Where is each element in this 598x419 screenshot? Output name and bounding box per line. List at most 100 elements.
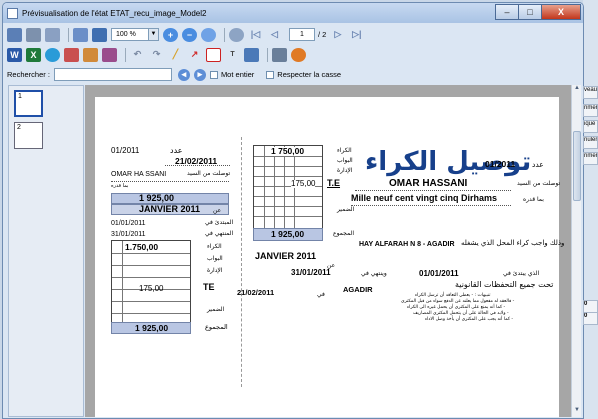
main-tenant-label: توصلت من السيد [517,180,561,187]
main-number: 01/2011 [485,159,516,169]
search-next-icon[interactable]: ▸ [193,68,206,81]
first-page-icon[interactable]: |◁ [248,28,263,42]
thumbnail-panel: 1 2 [8,85,84,417]
main-rent: 1 750,00 [271,146,305,156]
scrollbar-thumb[interactable] [573,131,581,201]
search-input[interactable] [53,68,172,81]
stub-number: 01/2011 [111,146,140,155]
redo-icon[interactable]: ↷ [149,48,164,62]
stub-tax: 175,00 [139,284,164,293]
stub-admin-label: الإدارة [207,267,223,274]
main-tax-code: T.E [327,178,341,188]
zoom-in-icon[interactable]: + [163,27,178,42]
main-period: JANVIER 2011 [255,251,317,261]
stub-rent: 1.750,00 [125,242,159,252]
main-tenant: OMAR HASSANI [389,178,468,189]
background-tab[interactable]: nuler [583,136,598,149]
whole-word-checkbox[interactable] [209,70,218,79]
stub-tenant-label: توصلت من السيد [187,170,231,177]
note-line: - كما أنه يجب على المكتري أن يأخذ وصل ال… [425,317,514,322]
stub-door-label: البواب [207,255,223,262]
main-date: 21/02/2011 [237,288,275,297]
background-window-edge [583,0,598,419]
search-label: Rechercher : [7,70,50,79]
stub-month-label: عن [213,207,222,214]
print-icon[interactable] [7,27,22,42]
maximize-button[interactable]: □ [518,4,542,20]
arrow-icon[interactable]: ↗ [187,48,202,62]
image-icon[interactable] [244,47,259,62]
multi-page-icon[interactable] [92,27,107,42]
minimize-button[interactable]: ‒ [495,4,519,20]
zoom-out-icon[interactable]: − [182,27,197,42]
xml-export-icon[interactable] [83,47,98,62]
match-case-checkbox[interactable] [266,70,275,79]
background-tab[interactable]: ique [583,120,598,133]
excel-export-icon[interactable]: X [26,47,41,62]
main-end: 31/01/2011 [291,268,331,277]
next-page-icon[interactable]: ▷ [330,28,345,42]
stub-amount-label: بما قدره [111,183,129,189]
main-rent-label: الكراء [337,147,352,154]
rectangle-icon[interactable] [206,47,221,62]
chevron-down-icon: ▼ [148,29,158,40]
main-tax: 175,00 [291,179,316,188]
stub-month: JANVIER 2011 [139,204,201,214]
window-title: Prévisualisation de l'état ETAT_recu_ima… [22,8,207,18]
preview-area[interactable]: 01/2011 عدد 21/02/2011 OMAR HA SSANI توص… [85,85,571,417]
report-page: 01/2011 عدد 21/02/2011 OMAR HA SSANI توص… [95,97,564,417]
note-line: تنبيهات : - يعطي التعاقد أن ترسل الكراء [415,293,491,298]
app-icon [7,7,18,19]
reserve-text: تحت جميع التحفظات القانونية [455,280,554,289]
background-tab[interactable]: rimer [583,104,598,117]
main-property: HAY ALFARAH N 8 - AGADIR [359,241,455,248]
stub-issue-date: 21/02/2011 [175,156,218,166]
close-button[interactable]: X [541,4,581,20]
title-bar: Prévisualisation de l'état ETAT_recu_ima… [3,3,583,23]
undo-icon[interactable]: ↶ [130,48,145,62]
main-property-label: وذلك واجب كراء المحل الذي يشغله [461,239,565,247]
scroll-down-icon[interactable]: ▼ [572,407,582,417]
main-door-label: البواب [337,157,353,164]
note-line: - فالعقد له مفعول مما يعلنه عن الدفع سوا… [401,299,515,304]
main-total-label: المجموع [333,230,354,237]
search-previous-icon[interactable]: ◂ [177,68,190,81]
stub-from-label: المبتدئ في [205,219,234,226]
previous-page-icon[interactable]: ◁ [267,28,282,42]
background-tab[interactable]: veau [583,86,598,99]
page-number-input[interactable]: 1 [289,28,315,41]
scroll-up-icon[interactable]: ▲ [572,85,582,95]
toolbar-row-1: 100 % ▼ + − |◁ ◁ 1 / 2 ▷ ▷| [3,25,583,44]
main-number-label: عدد [532,160,544,169]
match-case-label: Respecter la casse [277,70,342,79]
printer-setup-icon[interactable] [26,27,41,42]
email-icon[interactable] [102,47,117,62]
note-line: - كما أنه يمنع على المكتري أن يحمل غيره … [407,305,506,310]
page-thumbnail[interactable]: 2 [14,122,43,149]
text-tool-icon[interactable]: T [225,48,240,62]
help-icon[interactable] [291,47,306,62]
toolbar-row-2: W X ↶ ↷ ╱ ↗ T [3,45,583,64]
stub-to-date: 31/01/2011 [111,231,146,238]
last-page-icon[interactable]: ▷| [349,28,364,42]
pen-icon[interactable]: ╱ [168,48,183,62]
main-amounts-grid [253,145,323,241]
page-icon[interactable] [45,27,60,42]
stub-rent-label: الكراء [207,243,222,250]
zoom-fit-icon[interactable] [201,27,216,42]
main-date-label: في [317,291,325,298]
main-city: AGADIR [343,285,373,294]
note-line: - ولابد في الحالة على أن يتحمل المكتري ا… [413,311,509,316]
pdf-export-icon[interactable] [64,47,79,62]
main-start: 01/01/2011 [419,269,459,278]
hand-tool-icon[interactable] [229,27,244,42]
word-export-icon[interactable]: W [7,47,22,62]
print-small-icon[interactable] [272,47,287,62]
page-thumbnail[interactable]: 1 [14,90,43,117]
zoom-select[interactable]: 100 % ▼ [111,28,159,41]
stub-number-label: عدد [170,146,183,155]
single-page-icon[interactable] [73,27,88,42]
html-export-icon[interactable] [45,47,60,62]
vertical-scrollbar[interactable]: ▲ ▼ [571,85,581,417]
background-tab[interactable]: rimer [583,152,598,165]
